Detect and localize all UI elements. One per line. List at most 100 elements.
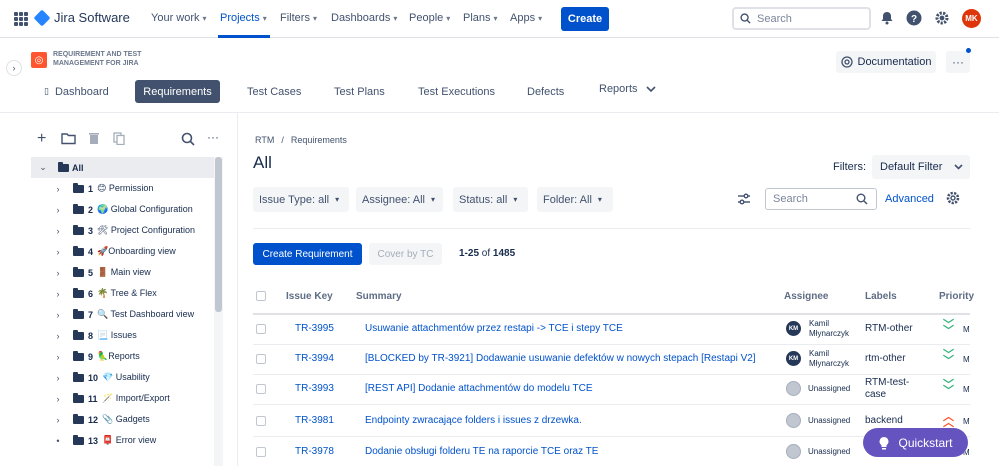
tab-defects[interactable]: Defects — [527, 80, 564, 103]
label-tag[interactable]: RTM-other — [865, 323, 920, 335]
chevron-down-icon[interactable]: ⌄ — [38, 162, 48, 173]
chevron-right-icon[interactable]: › — [53, 226, 63, 236]
tab-dashboard[interactable]: ▯ Dashboard — [44, 80, 109, 103]
tree-item[interactable]: › 9 🦜Reports — [31, 346, 214, 367]
assignee-filter[interactable]: Assignee: All ▾ — [356, 187, 443, 212]
nav-projects[interactable]: Projects ▾ — [220, 12, 267, 24]
chevron-right-icon[interactable]: › — [53, 268, 63, 278]
bullet-icon[interactable]: • — [53, 436, 63, 446]
chevron-right-icon[interactable]: › — [53, 184, 63, 194]
more-actions-button[interactable]: ··· — [946, 51, 970, 73]
header-issue-key[interactable]: Issue Key — [286, 291, 333, 302]
user-avatar[interactable]: MK — [962, 9, 981, 28]
issue-key-link[interactable]: TR-3993 — [295, 383, 334, 394]
sidebar-expand-button[interactable]: › — [6, 60, 22, 76]
settings-gear-icon[interactable] — [934, 10, 950, 26]
label-tag[interactable]: RTM-test-case — [865, 377, 920, 401]
table-row[interactable]: TR-3981 Endpointy zwracające folders i is… — [253, 406, 970, 437]
new-folder-icon[interactable] — [61, 132, 76, 145]
jira-logo[interactable]: Jira Software — [33, 9, 130, 26]
tree-item[interactable]: › 1 😊 Permission — [31, 178, 214, 199]
tab-test-plans[interactable]: Test Plans — [334, 80, 385, 103]
tab-requirements[interactable]: Requirements — [135, 80, 220, 103]
chevron-right-icon[interactable]: › — [53, 247, 63, 257]
create-button[interactable]: Create — [561, 7, 609, 31]
chevron-right-icon[interactable]: › — [53, 352, 63, 362]
table-row[interactable]: TR-3995 Usuwanie attachmentów przez resta… — [253, 314, 970, 345]
row-checkbox[interactable] — [256, 384, 266, 394]
issue-key-link[interactable]: TR-3981 — [295, 415, 334, 426]
add-icon[interactable]: + — [37, 130, 46, 148]
tree-scrollbar[interactable] — [215, 157, 222, 312]
chevron-right-icon[interactable]: › — [53, 373, 63, 383]
issue-key-link[interactable]: TR-3994 — [295, 353, 334, 364]
documentation-button[interactable]: Documentation — [836, 51, 936, 73]
tree-item[interactable]: › 4 🚀Onboarding view — [31, 241, 214, 262]
cover-by-tc-button[interactable]: Cover by TC — [369, 243, 442, 265]
tree-item[interactable]: › 3 🛠 Project Configuration — [31, 220, 214, 241]
header-labels[interactable]: Labels — [865, 291, 897, 302]
issue-key-link[interactable]: TR-3978 — [295, 446, 334, 457]
settings-gear-icon[interactable] — [945, 190, 961, 206]
breadcrumb-rtm[interactable]: RTM — [255, 135, 274, 145]
row-checkbox[interactable] — [256, 324, 266, 334]
nav-plans[interactable]: Plans ▾ — [463, 12, 498, 24]
tree-item[interactable]: › 8 📃 Issues — [31, 325, 214, 346]
summary-link[interactable]: Endpointy zwracające folders i issues z … — [365, 415, 582, 426]
requirements-search-input[interactable]: Search — [765, 188, 877, 210]
issue-type-filter[interactable]: Issue Type: all ▾ — [253, 187, 349, 212]
folder-filter[interactable]: Folder: All ▾ — [537, 187, 613, 212]
label-tag[interactable]: rtm-other — [865, 353, 920, 365]
tree-search-icon[interactable] — [181, 132, 195, 146]
tree-item[interactable]: › 6 🌴 Tree & Flex — [31, 283, 214, 304]
header-priority[interactable]: Priority — [939, 291, 974, 302]
breadcrumb-requirements[interactable]: Requirements — [291, 135, 347, 145]
summary-link[interactable]: [BLOCKED by TR-3921] Dodawanie usuwanie … — [365, 353, 756, 364]
nav-apps[interactable]: Apps ▾ — [510, 12, 542, 24]
summary-link[interactable]: Dodanie obsługi folderu TE na raporcie T… — [365, 446, 598, 457]
header-summary[interactable]: Summary — [356, 291, 402, 302]
label-tag[interactable]: backend — [865, 415, 920, 427]
tree-item[interactable]: › 7 🔍 Test Dashboard view — [31, 304, 214, 325]
chevron-right-icon[interactable]: › — [53, 205, 63, 215]
quickstart-button[interactable]: Quickstart — [863, 428, 968, 457]
nav-filters[interactable]: Filters ▾ — [280, 12, 317, 24]
table-row[interactable]: TR-3994 [BLOCKED by TR-3921] Dodawanie us… — [253, 344, 970, 375]
tab-test-cases[interactable]: Test Cases — [247, 80, 301, 103]
tab-reports[interactable]: Reports — [599, 77, 656, 100]
tab-test-executions[interactable]: Test Executions — [418, 80, 495, 103]
tree-item[interactable]: • 13 📮 Error view — [31, 430, 214, 451]
chevron-right-icon[interactable]: › — [53, 289, 63, 299]
tree-item[interactable]: › 10 💎 Usability — [31, 367, 214, 388]
notifications-bell-icon[interactable] — [879, 10, 895, 26]
row-checkbox[interactable] — [256, 354, 266, 364]
select-all-checkbox[interactable] — [256, 291, 266, 301]
delete-icon[interactable] — [88, 132, 100, 145]
issue-key-link[interactable]: TR-3995 — [295, 323, 334, 334]
tree-item[interactable]: › 11 🪄 Import/Export — [31, 388, 214, 409]
nav-people[interactable]: People ▾ — [409, 12, 450, 24]
chevron-right-icon[interactable]: › — [53, 415, 63, 425]
copy-icon[interactable] — [113, 132, 125, 145]
tree-root-all[interactable]: ⌄ All — [31, 157, 214, 178]
create-requirement-button[interactable]: Create Requirement — [253, 243, 362, 265]
tree-more-icon[interactable]: ··· — [207, 130, 219, 144]
global-search-input[interactable]: Search — [732, 7, 871, 30]
tree-item[interactable]: › 5 🚪 Main view — [31, 262, 214, 283]
filter-select[interactable]: Default Filter — [872, 155, 970, 179]
chevron-right-icon[interactable]: › — [53, 331, 63, 341]
status-filter[interactable]: Status: all ▾ — [453, 187, 528, 212]
summary-link[interactable]: Usuwanie attachmentów przez restapi -> T… — [365, 323, 623, 334]
help-icon[interactable]: ? — [906, 10, 922, 26]
tree-item[interactable]: › 12 📎 Gadgets — [31, 409, 214, 430]
row-checkbox[interactable] — [256, 416, 266, 426]
tree-item[interactable]: › 2 🌍 Global Configuration — [31, 199, 214, 220]
chevron-right-icon[interactable]: › — [53, 310, 63, 320]
header-assignee[interactable]: Assignee — [784, 291, 828, 302]
table-row[interactable]: TR-3993 [REST API] Dodanie attachmentów d… — [253, 374, 970, 405]
summary-link[interactable]: [REST API] Dodanie attachmentów do model… — [365, 383, 593, 394]
app-switcher-icon[interactable] — [14, 12, 28, 26]
row-checkbox[interactable] — [256, 447, 266, 457]
nav-your-work[interactable]: Your work ▾ — [151, 12, 207, 24]
column-settings-icon[interactable] — [737, 192, 751, 206]
